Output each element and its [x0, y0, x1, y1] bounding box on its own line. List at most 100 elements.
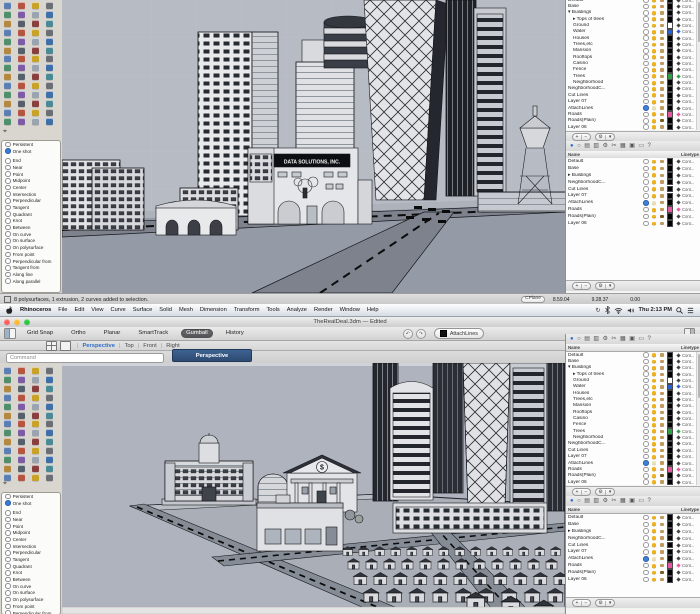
remove-layer-button[interactable]: −	[581, 135, 590, 140]
current-layer-radio[interactable]	[642, 23, 650, 29]
group-icon[interactable]: ▣	[629, 336, 635, 342]
layer-material-icon[interactable]	[674, 68, 682, 71]
layer-material-icon[interactable]	[674, 167, 682, 170]
radio-icon[interactable]	[5, 178, 11, 184]
radio-icon[interactable]	[5, 543, 11, 549]
layer-lock-icon[interactable]	[658, 187, 666, 190]
current-layer-radio[interactable]	[642, 4, 650, 10]
current-layer-radio[interactable]	[642, 467, 650, 473]
osnap-option-point[interactable]: Point	[2, 523, 60, 530]
tool-icon[interactable]	[18, 403, 25, 410]
osnap-option-on-curve[interactable]: On curve	[2, 583, 60, 590]
layer-material-icon[interactable]	[674, 188, 682, 191]
tool-icon[interactable]	[4, 438, 11, 445]
layer-material-icon[interactable]	[674, 119, 682, 122]
layer-color-swatch[interactable]	[666, 186, 674, 193]
layer-lock-icon[interactable]	[658, 578, 666, 581]
monitor-icon[interactable]: ▭	[638, 143, 644, 149]
current-layer-radio[interactable]	[642, 99, 650, 105]
osnap-option-near[interactable]: Near	[2, 164, 60, 171]
layer-lock-icon[interactable]	[658, 11, 666, 14]
layer-lock-icon[interactable]	[658, 360, 666, 363]
layer-material-icon[interactable]	[674, 430, 682, 433]
current-layer-radio[interactable]	[642, 556, 650, 562]
tool-icon[interactable]	[46, 412, 53, 419]
osnap-option-tangent-from[interactable]: Tangent from	[2, 264, 60, 271]
current-layer-radio[interactable]	[642, 422, 650, 428]
tool-icon[interactable]	[32, 403, 39, 410]
tool-icon[interactable]	[46, 82, 53, 89]
layer-visibility-bulb-icon[interactable]	[650, 30, 658, 34]
current-layer-radio[interactable]	[642, 193, 650, 199]
layer-material-icon[interactable]	[674, 113, 682, 116]
menu-item-curve[interactable]: Curve	[111, 307, 126, 313]
layer-material-icon[interactable]	[674, 160, 682, 163]
layer-row[interactable]: Layer 06Cont...	[566, 479, 700, 485]
current-layer-radio[interactable]	[642, 10, 650, 16]
layer-material-icon[interactable]	[674, 516, 682, 519]
current-layer-radio[interactable]	[642, 359, 650, 365]
layer-material-icon[interactable]	[674, 550, 682, 553]
layer-material-icon[interactable]	[674, 468, 682, 471]
tool-icon[interactable]	[4, 38, 11, 45]
osnap-option-perpendicular-from[interactable]: Perpendicular from	[2, 258, 60, 265]
perspective-viewport-bottom[interactable]: $	[62, 363, 565, 614]
folder-icon[interactable]: ▦	[620, 498, 626, 504]
layer-lock-icon[interactable]	[658, 436, 666, 439]
layer-color-swatch[interactable]	[666, 576, 674, 583]
layer-material-icon[interactable]	[674, 530, 682, 533]
tool-icon[interactable]	[46, 456, 53, 463]
dropdown-button[interactable]: ▾	[605, 284, 614, 289]
add-layer-button[interactable]: +	[573, 284, 581, 289]
tool-icon[interactable]	[4, 376, 11, 383]
current-layer-radio[interactable]	[642, 549, 650, 555]
tool-icon[interactable]	[4, 447, 11, 454]
layer-visibility-bulb-icon[interactable]	[650, 81, 658, 85]
gear-button[interactable]: ⚙	[596, 284, 605, 289]
menu-item-surface[interactable]: Surface	[133, 307, 153, 313]
layer-lock-icon[interactable]	[658, 442, 666, 445]
radio-icon[interactable]	[5, 537, 11, 543]
radio-icon[interactable]	[5, 557, 11, 563]
tool-icon[interactable]	[18, 2, 25, 9]
layer-visibility-bulb-icon[interactable]	[650, 100, 658, 104]
layer-visibility-bulb-icon[interactable]	[650, 436, 658, 440]
layer-visibility-bulb-icon[interactable]	[650, 404, 658, 408]
current-layer-radio[interactable]	[642, 118, 650, 124]
apple-menu-icon[interactable]	[6, 306, 13, 314]
layer-visibility-bulb-icon[interactable]	[650, 474, 658, 478]
layer-row[interactable]: Layer 06Cont...	[566, 220, 700, 227]
tool-icon[interactable]	[46, 109, 53, 116]
menu-item-tools[interactable]: Tools	[266, 307, 279, 313]
current-layer-radio[interactable]	[642, 441, 650, 447]
current-layer-radio[interactable]	[642, 542, 650, 548]
layer-lock-icon[interactable]	[658, 37, 666, 40]
layer-visibility-bulb-icon[interactable]	[650, 215, 658, 219]
menu-item-dimension[interactable]: Dimension	[200, 307, 227, 313]
layer-lock-icon[interactable]	[658, 24, 666, 27]
osnap-option-quadrant[interactable]: Quadrant	[2, 211, 60, 218]
layer-linetype[interactable]: Cont...	[682, 173, 700, 178]
layer-material-icon[interactable]	[674, 398, 682, 401]
radio-icon[interactable]	[5, 165, 11, 171]
scrollbar[interactable]	[696, 352, 700, 485]
layer-row[interactable]: RoadsCont...	[566, 206, 700, 213]
tool-icon[interactable]	[4, 55, 11, 62]
menu-clock[interactable]: Thu 2:13 PM	[639, 307, 673, 313]
layer-visibility-bulb-icon[interactable]	[650, 385, 658, 389]
layer-visibility-bulb-icon[interactable]	[650, 106, 658, 110]
scrollbar[interactable]	[696, 0, 700, 130]
perspective-viewport-top[interactable]: DATA SOLUTIONS, INC.	[62, 0, 565, 293]
layer-material-icon[interactable]	[674, 462, 682, 465]
tool-icon[interactable]	[4, 73, 11, 80]
osnap-option-on-surface[interactable]: On surface	[2, 590, 60, 597]
layer-lock-icon[interactable]	[658, 43, 666, 46]
layer-color-swatch[interactable]	[666, 158, 674, 165]
layer-visibility-bulb-icon[interactable]	[650, 55, 658, 59]
cut-icon[interactable]: ✂	[611, 336, 616, 342]
current-layer-radio[interactable]	[642, 54, 650, 60]
layer-visibility-bulb-icon[interactable]	[650, 112, 658, 116]
tool-icon[interactable]	[46, 73, 53, 80]
radio-icon[interactable]	[5, 272, 11, 278]
osnap-option-midpoint[interactable]: Midpoint	[2, 529, 60, 536]
